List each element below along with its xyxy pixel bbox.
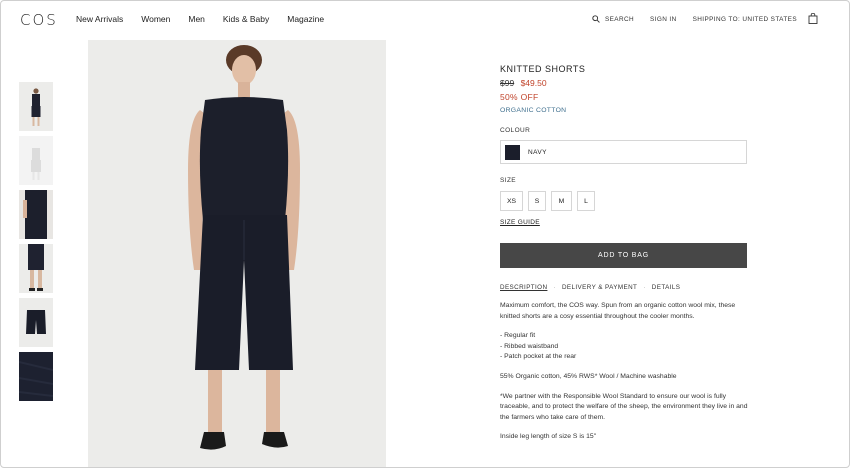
material-link[interactable]: ORGANIC COTTON [500, 107, 750, 114]
size-label: SIZE [500, 177, 517, 184]
nav-magazine[interactable]: Magazine [287, 14, 324, 24]
feature-item: - Ribbed waistband [500, 342, 559, 350]
nav-men[interactable]: Men [188, 14, 205, 24]
size-option-l[interactable]: L [577, 191, 595, 211]
thumbnail-6[interactable] [19, 352, 53, 401]
shipping-selector[interactable]: SHIPPING TO: UNITED STATES [693, 16, 797, 23]
sign-in-link[interactable]: SIGN IN [650, 16, 677, 23]
feature-list: - Regular fit - Ribbed waistband - Patch… [500, 331, 750, 363]
cos-logo[interactable]: COS [20, 11, 58, 29]
product-main-image[interactable] [88, 40, 386, 467]
feature-item: - Regular fit [500, 332, 536, 340]
search-icon [592, 15, 600, 23]
page-frame: COS New Arrivals Women Men Kids & Baby M… [0, 0, 850, 468]
thumbnail-3[interactable] [19, 190, 53, 239]
product-info: KNITTED SHORTS $99 $49.50 50% OFF ORGANI… [500, 64, 750, 452]
tab-details[interactable]: DETAILS [652, 284, 681, 291]
size-option-xs[interactable]: XS [500, 191, 523, 211]
feature-item: - Patch pocket at the rear [500, 353, 577, 361]
colour-label: COLOUR [500, 127, 531, 134]
shipping-label: SHIPPING TO: UNITED STATES [692, 15, 797, 23]
utility-nav: SEARCH SIGN IN SHIPPING TO: UNITED STATE… [592, 15, 797, 23]
tab-delivery-payment[interactable]: DELIVERY & PAYMENT [562, 284, 637, 291]
colour-selector[interactable]: NAVY [500, 140, 747, 164]
nav-new-arrivals[interactable]: New Arrivals [76, 14, 123, 24]
size-options: XS S M L [500, 191, 750, 211]
sale-price: $49.50 [520, 78, 547, 88]
thumbnail-4[interactable] [19, 244, 53, 293]
leg-length-text: Inside leg length of size S is 15" [500, 433, 597, 441]
thumbnail-2[interactable] [19, 136, 53, 185]
description-intro: Maximum comfort, the COS way. Spun from … [500, 302, 736, 320]
thumbnail-1[interactable] [19, 82, 53, 131]
price-row: $99 $49.50 [500, 78, 750, 88]
shopping-bag-icon[interactable] [808, 13, 818, 24]
nav-kids-baby[interactable]: Kids & Baby [223, 14, 269, 24]
main-nav: New Arrivals Women Men Kids & Baby Magaz… [76, 14, 324, 24]
size-guide-link[interactable]: SIZE GUIDE [500, 219, 540, 226]
info-tabs: DESCRIPTION · DELIVERY & PAYMENT · DETAI… [500, 284, 750, 291]
size-option-m[interactable]: M [551, 191, 572, 211]
discount-badge: 50% OFF [500, 92, 539, 102]
colour-name: NAVY [528, 148, 547, 156]
search-link[interactable]: SEARCH [592, 15, 634, 23]
colour-swatch [505, 144, 520, 160]
add-to-bag-button[interactable]: ADD TO BAG [500, 243, 747, 268]
sign-in-label: SIGN IN [650, 15, 677, 23]
thumbnail-gallery [19, 82, 53, 406]
nav-women[interactable]: Women [141, 14, 170, 24]
original-price: $99 [500, 78, 515, 88]
description-panel: Maximum comfort, the COS way. Spun from … [500, 301, 750, 443]
tab-description[interactable]: DESCRIPTION [500, 284, 547, 291]
tab-separator: · [643, 284, 646, 291]
rws-note: *We partner with the Responsible Wool St… [500, 392, 748, 421]
size-option-s[interactable]: S [528, 191, 546, 211]
product-title: KNITTED SHORTS [500, 64, 586, 74]
composition-text: 55% Organic cotton, 45% RWS* Wool / Mach… [500, 372, 677, 380]
thumbnail-5[interactable] [19, 298, 53, 347]
tab-separator: · [553, 284, 556, 291]
search-label: SEARCH [604, 15, 635, 23]
